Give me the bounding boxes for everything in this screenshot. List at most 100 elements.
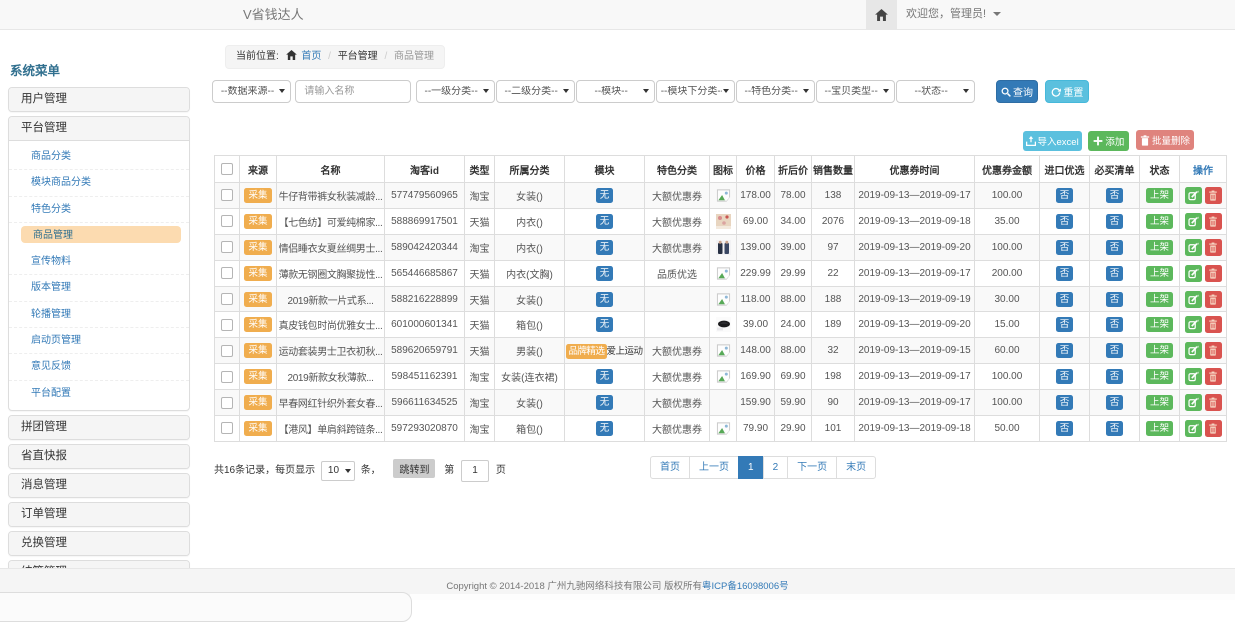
cell-checkbox [215,183,240,209]
sidebar-item-意见反馈[interactable]: 意见反馈 [9,354,189,380]
sidebar-item-平台配置[interactable]: 平台配置 [9,381,189,407]
filter-select-宝贝类型[interactable]: --宝贝类型-- [816,80,895,103]
sidebar-panel-heading-4[interactable]: 省直快报 [9,445,189,468]
edit-button[interactable] [1185,265,1202,282]
cell-coupon-amount: 100.00 [975,183,1040,209]
pager-首页[interactable]: 首页 [650,456,690,479]
page-size-select[interactable]: 10 [321,461,355,481]
pager-2[interactable]: 2 [763,456,789,479]
filter-select-状态[interactable]: --状态-- [896,80,975,103]
row-checkbox[interactable] [221,345,233,357]
filter-select-特色分类[interactable]: --特色分类-- [736,80,815,103]
row-checkbox[interactable] [221,397,233,409]
sidebar-item-宣传物料[interactable]: 宣传物料 [9,249,189,275]
delete-button[interactable] [1205,394,1222,411]
sidebar-item-商品分类[interactable]: 商品分类 [9,144,189,170]
sidebar-item-特色分类[interactable]: 特色分类 [9,197,189,223]
sidebar-panel-heading-3[interactable]: 拼团管理 [9,416,189,439]
edit-button[interactable] [1185,420,1202,437]
import-icon [1026,136,1036,146]
jump-button[interactable]: 跳转到 [393,459,435,478]
imported-badge: 否 [1056,421,1074,436]
filter-select-模块下分类[interactable]: --模块下分类-- [656,80,735,103]
sidebar-panel-heading-7[interactable]: 兑换管理 [9,532,189,555]
filter-select-二级分类[interactable]: --二级分类-- [496,80,575,103]
delete-button[interactable] [1205,265,1222,282]
cell-icon [710,234,737,260]
column-header-优惠券时间: 优惠券时间 [855,156,975,183]
icp-link[interactable]: 粤ICP备16098006号 [702,581,789,592]
batch-delete-button[interactable]: 批量删除 [1136,130,1194,150]
filter-select-一级分类[interactable]: --一级分类-- [416,80,495,103]
sidebar-item-版本管理[interactable]: 版本管理 [9,275,189,301]
cell-name: 2019新款女秋薄款... [277,364,385,390]
cell-feature: 大额优惠券 [645,183,710,209]
row-checkbox[interactable] [221,319,233,331]
delete-button[interactable] [1205,291,1222,308]
cell-source: 采集 [240,234,277,260]
add-button[interactable]: 添加 [1088,131,1129,151]
navbar-home-button[interactable] [866,0,897,29]
cell-icon [710,364,737,390]
row-checkbox[interactable] [221,189,233,201]
name-search-input[interactable] [295,80,411,103]
module-extra-text: 爱上运动 [607,346,643,357]
sidebar-item-商品管理[interactable]: 商品管理 [21,223,181,249]
cell-status: 上架 [1140,183,1180,209]
reset-button[interactable]: 重置 [1045,80,1089,103]
sidebar-item-模块商品分类[interactable]: 模块商品分类 [9,170,189,196]
cell-type: 天猫 [465,260,495,286]
pager-下一页[interactable]: 下一页 [787,456,837,479]
row-checkbox[interactable] [221,371,233,383]
cell-source: 采集 [240,312,277,338]
horizontal-scrollbar[interactable] [0,592,412,622]
delete-button[interactable] [1205,239,1222,256]
pager-1[interactable]: 1 [738,456,764,479]
delete-button[interactable] [1205,368,1222,385]
select-all-checkbox[interactable] [221,163,233,175]
delete-button[interactable] [1205,187,1222,204]
row-checkbox[interactable] [221,293,233,305]
cell-coupon-amount: 100.00 [975,364,1040,390]
breadcrumb-level1[interactable]: 平台管理 [338,51,378,62]
cell-actions [1180,364,1227,390]
edit-button[interactable] [1185,187,1202,204]
main-content: 当前位置: 首页 / 平台管理 / 商品管理 --数据来源-- --一级分类--… [210,30,1235,568]
edit-button[interactable] [1185,394,1202,411]
jump-page-input[interactable] [461,460,489,482]
row-checkbox[interactable] [221,215,233,227]
sidebar-panel-heading-5[interactable]: 消息管理 [9,474,189,497]
delete-button[interactable] [1205,420,1222,437]
search-button[interactable]: 查询 [996,80,1038,103]
column-header-来源: 来源 [240,156,277,183]
cell-feature: 大额优惠券 [645,338,710,364]
pager-末页[interactable]: 末页 [836,456,876,479]
sidebar-item-启动页管理[interactable]: 启动页管理 [9,328,189,354]
sidebar-panel-heading-1[interactable]: 用户管理 [9,88,189,111]
row-checkbox[interactable] [221,422,233,434]
breadcrumb-home-link[interactable]: 首页 [301,51,321,62]
pager-上一页[interactable]: 上一页 [689,456,739,479]
sidebar-panel-heading-2[interactable]: 平台管理 [9,117,189,140]
cell-price: 229.99 [737,260,775,286]
edit-button[interactable] [1185,368,1202,385]
sidebar-panel: 省直快报 [8,444,190,469]
user-menu[interactable]: 欢迎您，管理员! [906,0,1001,29]
sidebar-panel-heading-6[interactable]: 订单管理 [9,503,189,526]
import-excel-button[interactable]: 导入excel [1023,131,1082,151]
edit-button[interactable] [1185,316,1202,333]
sidebar-item-轮播管理[interactable]: 轮播管理 [9,302,189,328]
data-source-select[interactable]: --数据来源-- [212,80,291,103]
edit-button[interactable] [1185,213,1202,230]
edit-button[interactable] [1185,239,1202,256]
edit-button[interactable] [1185,342,1202,359]
delete-button[interactable] [1205,316,1222,333]
delete-button[interactable] [1205,213,1222,230]
table-row-9: 采集早春网红针织外套女春...596611634525淘宝女装()无大额优惠券1… [215,390,1227,416]
row-checkbox[interactable] [221,267,233,279]
delete-button[interactable] [1205,342,1222,359]
table-row-5: 采集2019新款一片式系...588216228899天猫女装()无118.00… [215,286,1227,312]
edit-button[interactable] [1185,291,1202,308]
row-checkbox[interactable] [221,241,233,253]
filter-select-模块[interactable]: --模块-- [576,80,655,103]
